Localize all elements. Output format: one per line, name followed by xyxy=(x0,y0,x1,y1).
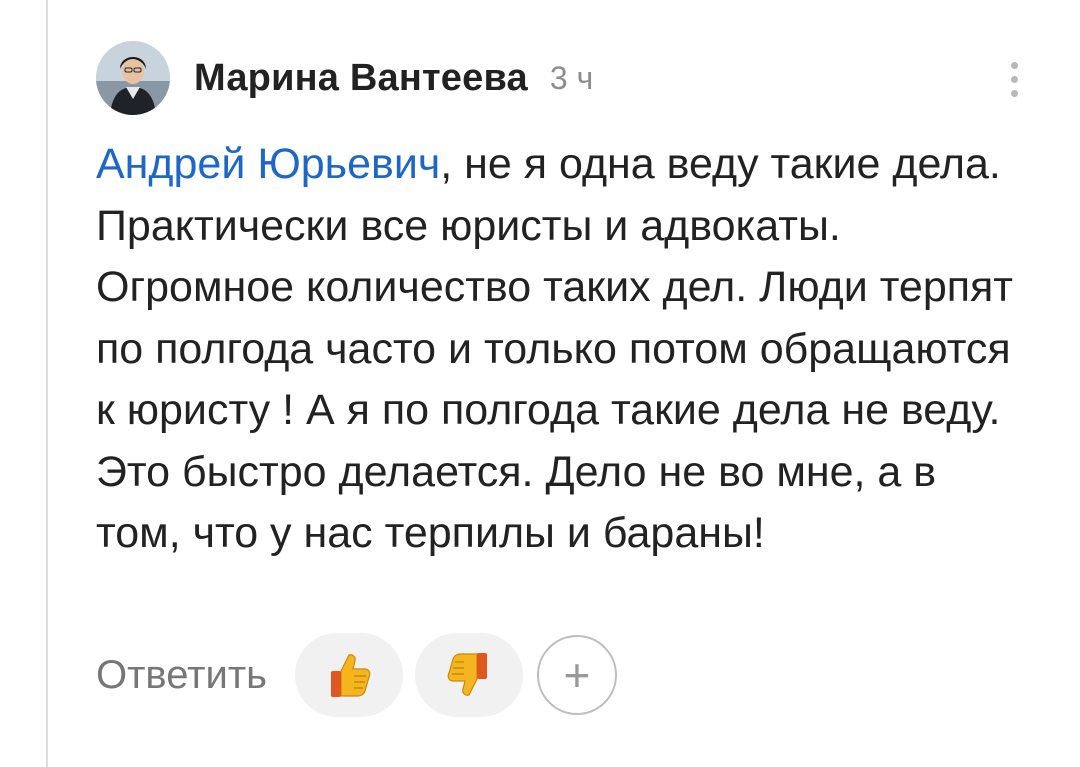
avatar[interactable] xyxy=(96,41,170,115)
comment-body: , не я одна веду такие дела. Практически… xyxy=(96,140,1014,557)
comment-text: Андрей Юрьевич, не я одна веду такие дел… xyxy=(96,134,1026,565)
more-vertical-icon[interactable] xyxy=(1008,62,1020,106)
mention-link[interactable]: Андрей Юрьевич xyxy=(96,140,440,188)
comment-time: 3 ч xyxy=(549,59,594,96)
avatar-photo-icon xyxy=(96,41,170,115)
comment-actions: Ответить + xyxy=(96,632,617,718)
add-reaction-button[interactable]: + xyxy=(536,635,617,715)
thread-line xyxy=(46,0,48,767)
author-name[interactable]: Марина Вантеева xyxy=(194,57,528,100)
like-button[interactable] xyxy=(294,633,403,717)
thumbs-up-icon xyxy=(330,654,371,697)
comment-header: Марина Вантеева 3 ч xyxy=(96,40,1036,116)
thumbs-down-icon xyxy=(447,653,487,696)
dislike-button[interactable] xyxy=(414,633,523,717)
reply-button[interactable]: Ответить xyxy=(96,653,267,698)
comment: Марина Вантеева 3 ч Андрей Юрьевич, не я… xyxy=(96,40,1036,565)
